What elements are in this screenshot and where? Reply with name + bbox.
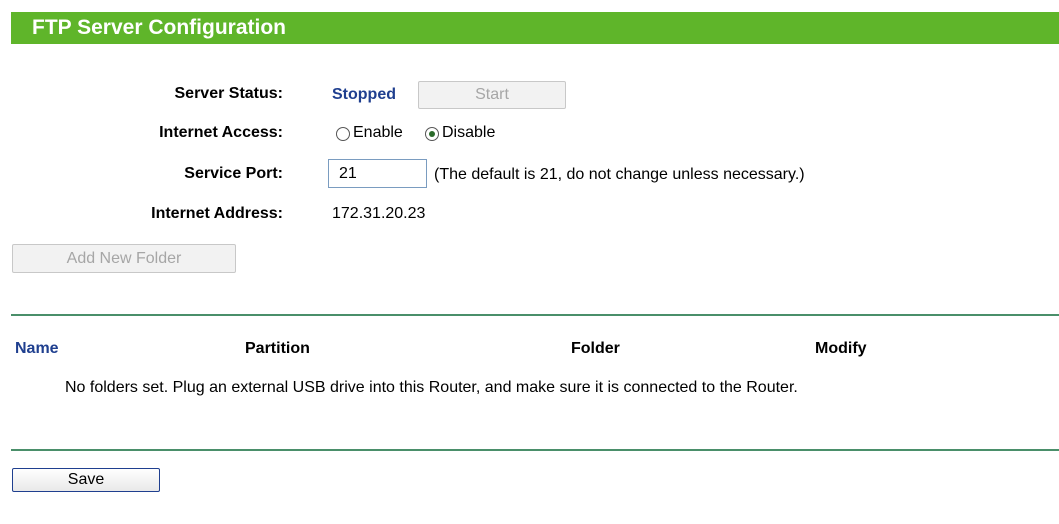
save-button[interactable]: Save [12, 468, 160, 492]
column-modify: Modify [815, 340, 867, 357]
internet-address-value: 172.31.20.23 [332, 205, 426, 222]
service-port-label: Service Port: [184, 165, 283, 182]
server-status-label: Server Status: [174, 85, 284, 102]
start-server-button[interactable]: Start [418, 81, 566, 109]
add-new-folder-button[interactable]: Add New Folder [12, 244, 236, 273]
column-name: Name [15, 340, 59, 357]
server-status-value: Stopped [332, 86, 396, 103]
internet-access-label: Internet Access: [159, 124, 283, 141]
divider-top [11, 314, 1059, 316]
disable-radio-label[interactable]: Disable [442, 124, 495, 142]
service-port-input[interactable] [328, 159, 427, 188]
radio-selected-dot [429, 131, 435, 137]
enable-radio[interactable] [336, 127, 350, 141]
column-folder: Folder [571, 340, 620, 357]
service-port-hint: (The default is 21, do not change unless… [434, 166, 805, 183]
page-title: FTP Server Configuration [32, 16, 286, 39]
internet-address-label: Internet Address: [151, 205, 283, 222]
divider-bottom [11, 449, 1059, 451]
column-partition: Partition [245, 340, 310, 357]
disable-radio[interactable] [425, 127, 439, 141]
page-header: FTP Server Configuration [11, 12, 1059, 44]
empty-table-message: No folders set. Plug an external USB dri… [65, 379, 798, 396]
enable-radio-label[interactable]: Enable [353, 124, 403, 142]
